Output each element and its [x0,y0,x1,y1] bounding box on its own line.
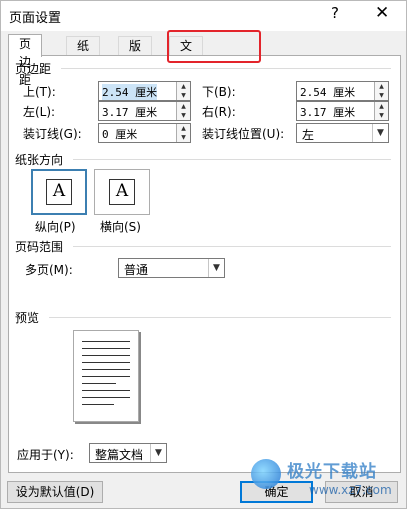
left-margin-spinner[interactable]: 3.17 厘米 ▲ ▼ [98,101,191,121]
tab-layout[interactable]: 版式 [118,36,153,71]
chevron-down-icon[interactable]: ▼ [208,259,224,277]
spin-down-icon[interactable]: ▼ [375,111,388,120]
tab-panel: 页边距 上(T): 2.54 厘米 ▲ ▼ 下(B): 2.54 厘米 ▲ ▼ 左(… [8,55,401,473]
right-margin-label: 右(R): [202,105,236,119]
spin-up-icon[interactable]: ▲ [177,102,190,111]
spin-up-icon[interactable]: ▲ [375,102,388,111]
cancel-button[interactable]: 取消 [325,481,398,503]
apply-to-label: 应用于(Y): [17,448,74,462]
help-button[interactable]: ? [331,4,339,22]
landscape-page-icon: A [109,179,135,205]
right-margin-value: 3.17 厘米 [300,106,356,119]
spin-down-icon[interactable]: ▼ [177,133,190,142]
left-margin-label: 左(L): [23,105,56,119]
top-margin-spinner[interactable]: 2.54 厘米 ▲ ▼ [98,81,191,101]
divider [61,68,391,69]
tab-highlight-box [167,30,261,63]
gutter-position-select[interactable]: 左 ▼ [296,123,389,143]
spin-down-icon[interactable]: ▼ [177,91,190,100]
spin-up-icon[interactable]: ▲ [177,82,190,91]
gutter-label: 装订线(G): [23,127,82,141]
gutter-position-value: 左 [302,128,315,142]
landscape-label: 横向(S) [100,220,141,234]
pages-heading: 页码范围 [15,240,64,254]
page-setup-dialog: 页面设置 ? ✕ 页边距 纸张 版式 文档网格 页边距 上(T): 2.54 厘… [0,0,407,509]
bottom-margin-label: 下(B): [202,85,236,99]
ok-button[interactable]: 确定 [240,481,313,503]
tab-margins[interactable]: 页边距 [8,34,43,87]
portrait-button[interactable]: A [31,169,87,215]
tab-paper[interactable]: 纸张 [66,36,101,71]
divider [49,317,391,318]
gutter-spinner[interactable]: 0 厘米 ▲ ▼ [98,123,191,143]
divider [73,246,391,247]
bottom-margin-value: 2.54 厘米 [300,86,356,99]
spin-up-icon[interactable]: ▲ [375,82,388,91]
page-preview [73,330,139,422]
multiple-pages-select[interactable]: 普通 ▼ [118,258,225,278]
apply-to-select[interactable]: 整篇文档 ▼ [89,443,167,463]
chevron-down-icon[interactable]: ▼ [150,444,166,462]
set-default-button[interactable]: 设为默认值(D) [7,481,103,503]
gutter-position-label: 装订线位置(U): [202,127,285,141]
landscape-button[interactable]: A [94,169,150,215]
left-margin-value: 3.17 厘米 [102,106,158,119]
preview-heading: 预览 [15,311,40,325]
title-bar: 页面设置 ? ✕ [1,1,406,31]
portrait-label: 纵向(P) [35,220,76,234]
spin-up-icon[interactable]: ▲ [177,124,190,133]
top-margin-value: 2.54 厘米 [102,84,158,100]
gutter-value: 0 厘米 [102,128,138,141]
orientation-heading: 纸张方向 [15,153,64,167]
portrait-page-icon: A [46,179,72,205]
right-margin-spinner[interactable]: 3.17 厘米 ▲ ▼ [296,101,389,121]
multiple-pages-label: 多页(M): [25,263,73,277]
bottom-margin-spinner[interactable]: 2.54 厘米 ▲ ▼ [296,81,389,101]
divider [73,159,391,160]
dialog-title: 页面设置 [9,11,62,26]
apply-to-value: 整篇文档 [95,448,144,462]
close-button[interactable]: ✕ [375,3,389,23]
chevron-down-icon[interactable]: ▼ [372,124,388,142]
multiple-pages-value: 普通 [124,263,149,277]
spin-down-icon[interactable]: ▼ [177,111,190,120]
spin-down-icon[interactable]: ▼ [375,91,388,100]
